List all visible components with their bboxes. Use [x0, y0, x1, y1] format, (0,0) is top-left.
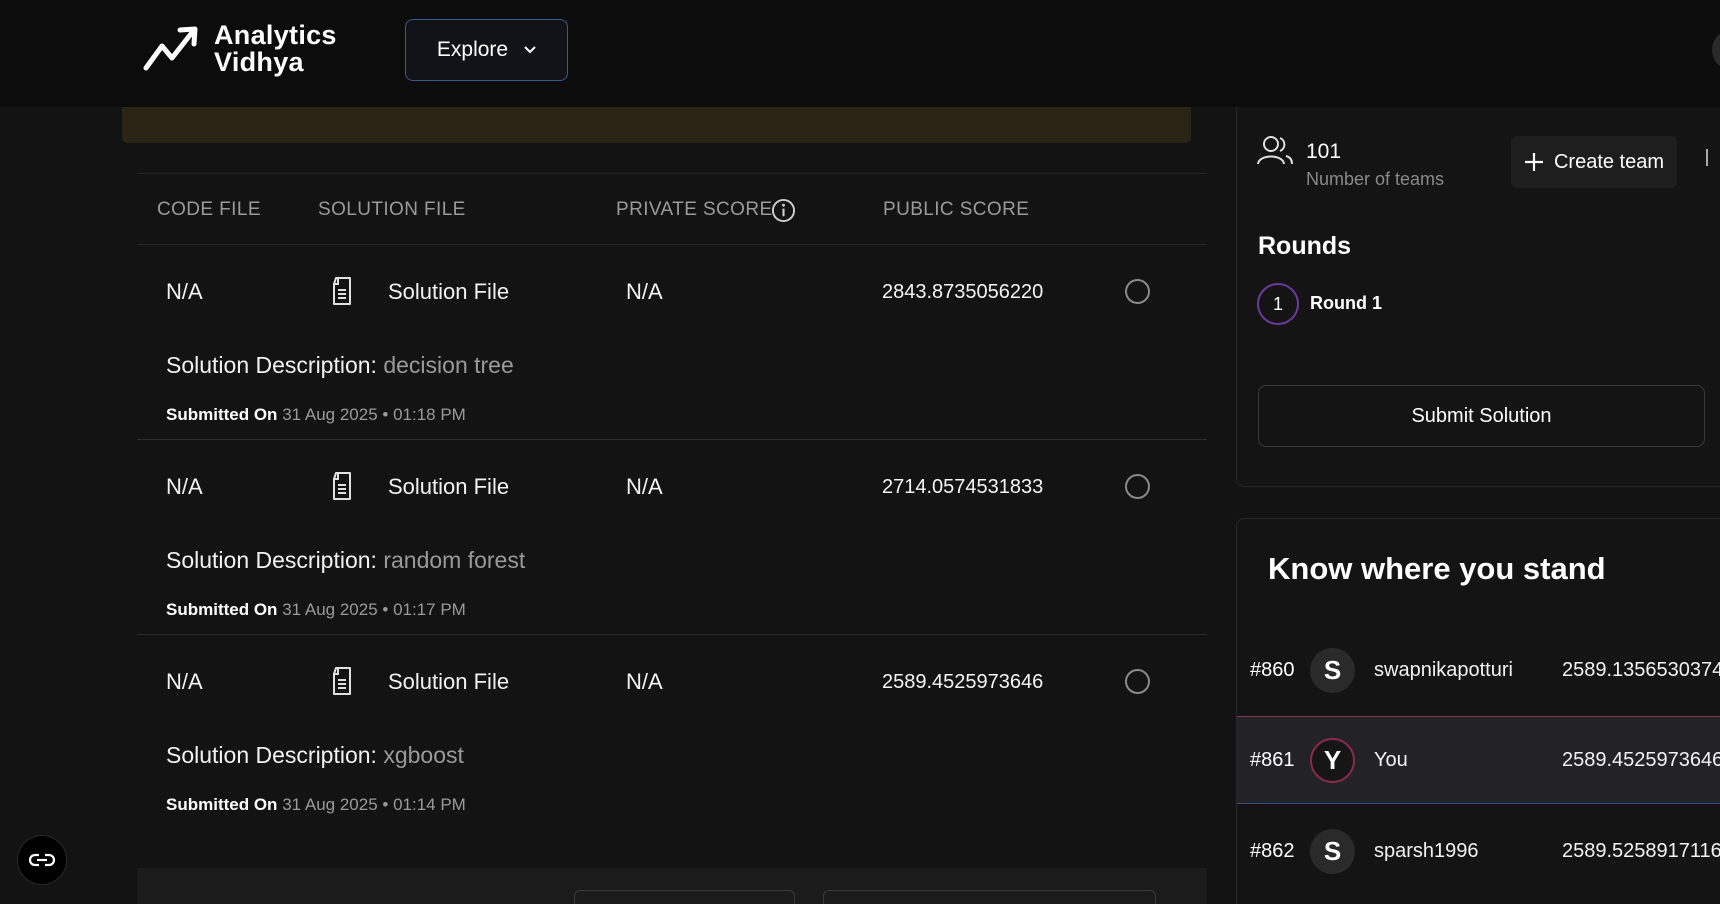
- pagination-button[interactable]: [574, 890, 795, 904]
- logo[interactable]: Analytics Vidhya: [142, 22, 337, 76]
- header-private-score: PRIVATE SCORE: [616, 199, 773, 220]
- leaderboard-name: You: [1374, 749, 1408, 771]
- avatar: S: [1310, 648, 1355, 693]
- header-public-score: PUBLIC SCORE: [883, 199, 1030, 220]
- submitted-time: 01:14 PM: [393, 795, 466, 814]
- create-team-button[interactable]: Create team: [1511, 136, 1677, 188]
- table-row: N/A Solution File N/A 2589.4525973646 So…: [137, 635, 1207, 830]
- chat-link-icon: [28, 853, 56, 867]
- submitted-label: Submitted On: [166, 405, 278, 424]
- header-solution-file: SOLUTION FILE: [318, 199, 466, 220]
- solution-file-link[interactable]: Solution File: [388, 669, 509, 695]
- submitted-label: Submitted On: [166, 795, 278, 814]
- top-navbar: Analytics Vidhya Explore: [0, 0, 1720, 107]
- submitted-on: Submitted On 31 Aug 2025 • 01:17 PM: [166, 600, 466, 619]
- leaderboard-rank: #862: [1250, 840, 1295, 862]
- solution-description: Solution Description: decision tree: [166, 352, 514, 379]
- divider: [1706, 149, 1708, 166]
- leaderboard-title: Know where you stand: [1268, 551, 1606, 586]
- solution-description: Solution Description: random forest: [166, 547, 525, 574]
- leaderboard-name: sparsh1996: [1374, 840, 1479, 862]
- solution-file-link[interactable]: Solution File: [388, 279, 509, 305]
- file-icon[interactable]: [330, 276, 356, 306]
- public-score-cell: 2589.4525973646: [882, 671, 1044, 693]
- plus-icon: [1524, 153, 1543, 171]
- leaderboard-score: 2589.1356530374: [1562, 659, 1720, 681]
- pagination-button[interactable]: [823, 890, 1156, 904]
- code-file-cell: N/A: [166, 669, 203, 694]
- submitted-date: 31 Aug 2025: [282, 405, 378, 424]
- submitted-time: 01:17 PM: [393, 600, 466, 619]
- description-value: xgboost: [383, 742, 464, 768]
- submitted-date: 31 Aug 2025: [282, 795, 378, 814]
- submitted-label: Submitted On: [166, 600, 278, 619]
- code-file-cell: N/A: [166, 474, 203, 499]
- submitted-date: 31 Aug 2025: [282, 600, 378, 619]
- submitted-on: Submitted On 31 Aug 2025 • 01:18 PM: [166, 405, 466, 424]
- leaderboard-row: #860 S swapnikapotturi 2589.1356530374: [1237, 627, 1720, 715]
- round-label[interactable]: Round 1: [1310, 293, 1382, 314]
- leaderboard-name: swapnikapotturi: [1374, 659, 1513, 681]
- user-avatar[interactable]: [1712, 32, 1720, 68]
- team-count-label: Number of teams: [1306, 169, 1445, 189]
- explore-dropdown-button[interactable]: Explore: [405, 19, 568, 81]
- team-count: 101: [1306, 140, 1342, 163]
- team-icon: [1257, 136, 1293, 165]
- code-file-cell: N/A: [166, 279, 203, 304]
- avatar: Y: [1310, 738, 1355, 783]
- logo-text: Analytics Vidhya: [214, 22, 337, 76]
- page: Analytics Vidhya Explore CODE FILE SOLUT…: [0, 0, 1720, 904]
- table-row: N/A Solution File N/A 2714.0574531833 So…: [137, 440, 1207, 635]
- select-submission-radio[interactable]: [1125, 279, 1150, 304]
- table-header: CODE FILE SOLUTION FILE PRIVATE SCORE PU…: [137, 173, 1207, 245]
- chat-link-button[interactable]: [17, 835, 67, 885]
- logo-trend-icon: [143, 26, 198, 71]
- file-icon[interactable]: [330, 666, 356, 696]
- table-row: N/A Solution File N/A 2843.8735056220 So…: [137, 245, 1207, 440]
- submitted-time: 01:18 PM: [393, 405, 466, 424]
- info-icon[interactable]: [771, 198, 796, 223]
- round-number-badge: 1: [1257, 283, 1299, 325]
- description-label: Solution Description:: [166, 742, 377, 768]
- description-label: Solution Description:: [166, 352, 377, 378]
- explore-label: Explore: [436, 38, 509, 61]
- rounds-title: Rounds: [1258, 232, 1352, 260]
- leaderboard-score: 2589.5258917116: [1562, 840, 1720, 862]
- submit-solution-button[interactable]: Submit Solution: [1258, 385, 1705, 447]
- private-score-cell: N/A: [626, 279, 663, 304]
- leaderboard-row: #862 S sparsh1996 2589.5258917116: [1237, 808, 1720, 896]
- solution-file-link[interactable]: Solution File: [388, 474, 509, 500]
- header-code-file: CODE FILE: [157, 199, 261, 220]
- logo-line1: Analytics: [214, 20, 337, 50]
- select-submission-radio[interactable]: [1125, 669, 1150, 694]
- public-score-cell: 2843.8735056220: [882, 281, 1044, 303]
- chevron-down-icon: [524, 46, 536, 54]
- public-score-cell: 2714.0574531833: [882, 476, 1044, 498]
- select-submission-radio[interactable]: [1125, 474, 1150, 499]
- leaderboard-rank: #861: [1250, 749, 1295, 771]
- solution-description: Solution Description: xgboost: [166, 742, 464, 769]
- private-score-cell: N/A: [626, 474, 663, 499]
- leaderboard-row-you: #861 Y You 2589.4525973646: [1237, 716, 1720, 804]
- avatar: S: [1310, 829, 1355, 874]
- description-label: Solution Description:: [166, 547, 377, 573]
- description-value: random forest: [383, 547, 526, 573]
- description-value: decision tree: [383, 352, 514, 378]
- leaderboard-rank: #860: [1250, 659, 1295, 681]
- file-icon[interactable]: [330, 471, 356, 501]
- create-team-label: Create team: [1553, 150, 1665, 173]
- logo-line2: Vidhya: [214, 47, 304, 77]
- leaderboard-score: 2589.4525973646: [1562, 749, 1720, 771]
- submitted-on: Submitted On 31 Aug 2025 • 01:14 PM: [166, 795, 466, 814]
- private-score-cell: N/A: [626, 669, 663, 694]
